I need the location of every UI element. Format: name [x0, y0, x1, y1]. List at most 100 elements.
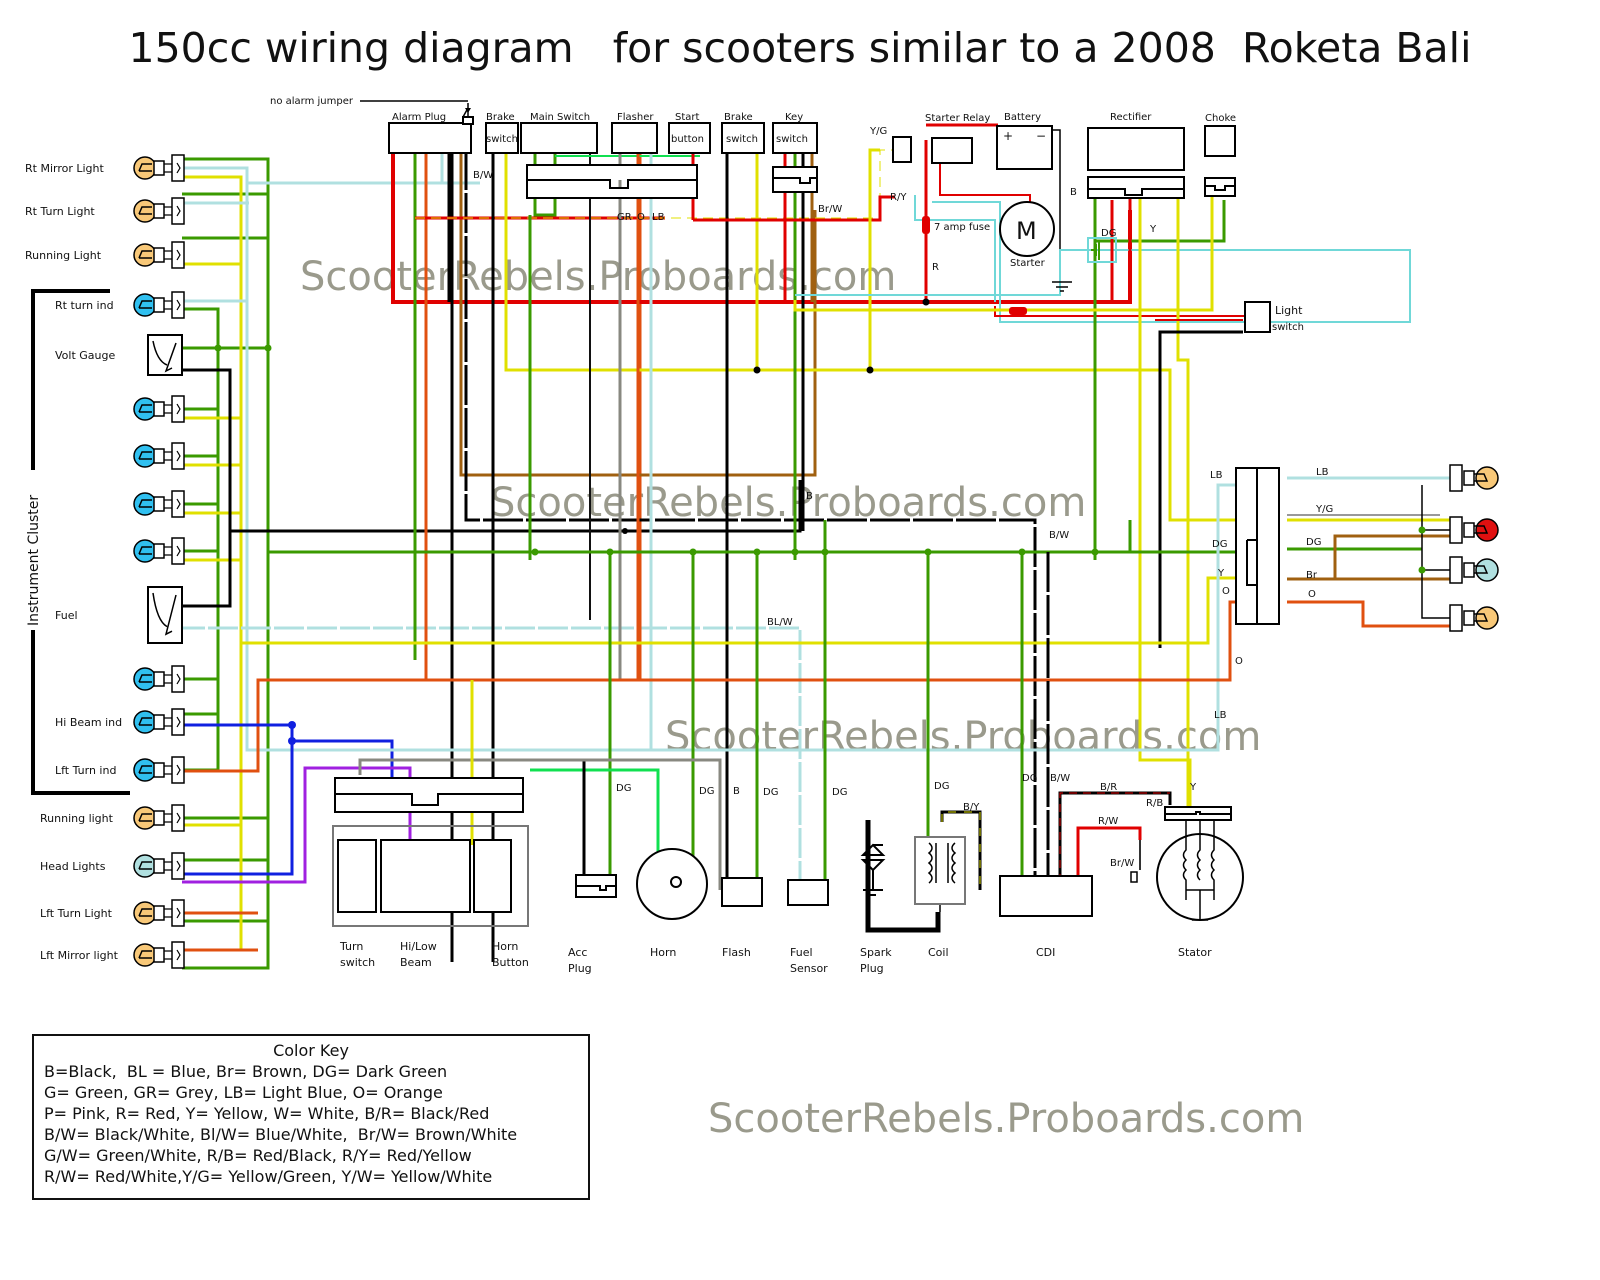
main-switch	[520, 122, 598, 154]
wire-label: B/W	[473, 170, 493, 181]
bottom-component-label: Acc	[568, 946, 587, 959]
wire-label: Y	[1189, 782, 1197, 793]
wire-label: B	[806, 491, 813, 502]
bottom-component-label: Spark	[860, 946, 892, 959]
color-key-line: R/W= Red/White,Y/G= Yellow/Green, Y/W= Y…	[44, 1167, 493, 1186]
battery-minus: −	[1036, 129, 1046, 143]
bulb-icon	[133, 806, 157, 830]
connector-icon	[171, 852, 185, 880]
color-key-line: B=Black, BL = Blue, Br= Brown, DG= Dark …	[44, 1062, 448, 1081]
connector-icon	[1449, 556, 1463, 584]
left-component-lft-turn-ind: Lft Turn ind	[55, 756, 185, 784]
key-switch-label: Key	[785, 112, 803, 123]
acc-plug	[575, 874, 617, 898]
wire-label: DG	[616, 783, 631, 794]
fuse-label: 7 amp fuse	[934, 222, 990, 233]
left-component-label: Head Lights	[40, 860, 106, 873]
left-component-indicator	[133, 537, 185, 565]
wire-label: LB	[652, 212, 665, 223]
bottom-component-label: Horn	[492, 940, 518, 953]
left-component-running-light: Running Light	[25, 241, 185, 269]
fuel-sensor	[787, 879, 829, 906]
bulb-icon	[133, 539, 157, 563]
bulb-icon	[133, 943, 157, 967]
wire-label: Y/G	[869, 126, 887, 137]
left-component-lft-mirror-light: Lft Mirror light	[40, 941, 185, 969]
wire-label: DG	[1306, 537, 1321, 548]
flash	[721, 877, 763, 907]
wire-label: DG	[1101, 228, 1116, 239]
stator-connector	[1164, 806, 1232, 821]
connector-icon	[171, 804, 185, 832]
bottom-component-label: Plug	[568, 962, 592, 975]
bottom-component-label: Plug	[860, 962, 884, 975]
wire-label: O	[637, 212, 645, 223]
wire-label: LB	[1316, 467, 1329, 478]
bottom-component-label: Fuel	[790, 946, 813, 959]
connector-icon	[171, 941, 185, 969]
left-component-label: Lft Turn ind	[55, 764, 116, 777]
wire-label: Br/W	[818, 204, 842, 215]
brake-switch-2-inner: switch	[726, 134, 758, 145]
wire-orange-bus	[258, 600, 1245, 682]
bulb-icon	[133, 901, 157, 925]
wire-label: B/Y	[963, 802, 980, 813]
wire-label: DG	[1212, 539, 1227, 550]
rectifier-connector	[1087, 176, 1185, 199]
watermark: ScooterRebels.Proboards.com	[300, 254, 896, 300]
rear-light-2	[1449, 556, 1499, 584]
bulb-icon	[1475, 518, 1499, 542]
wire-label: R	[932, 262, 939, 273]
wire-label: DG	[1022, 773, 1037, 784]
left-component-rt-turn-ind: Rt turn ind	[55, 291, 185, 319]
wire-label: O	[1235, 656, 1243, 667]
choke-label: Choke	[1205, 113, 1236, 124]
choke-connector	[1204, 177, 1236, 197]
bottom-component-label: Sensor	[790, 962, 828, 975]
bulb-icon	[133, 293, 157, 317]
battery-label: Battery	[1004, 112, 1041, 123]
wire-label: Br/W	[1110, 858, 1134, 869]
connector-icon	[171, 154, 185, 182]
left-component-rt-mirror-light: Rt Mirror Light	[25, 154, 185, 182]
wire-label: O	[1308, 589, 1316, 600]
wire-yellow-bus	[241, 576, 1245, 645]
handlebar-connector	[334, 777, 524, 813]
bottom-component-label: Beam	[400, 956, 432, 969]
brake-switch-1-inner: switch	[486, 134, 518, 145]
wire-green-trunk	[182, 157, 270, 970]
left-component-indicator	[133, 490, 185, 518]
bottom-component-label: Hi/Low	[400, 940, 437, 953]
wire-label: B/W	[1049, 530, 1069, 541]
horn-button	[473, 839, 512, 913]
brake-switch-2-label: Brake	[724, 112, 753, 123]
left-component-label: Running light	[40, 812, 114, 825]
bulb-icon	[133, 710, 157, 734]
left-component-label: Rt Turn Light	[25, 205, 95, 218]
wire-label: DG	[763, 787, 778, 798]
flasher	[611, 122, 658, 154]
motor-symbol: M	[1016, 217, 1037, 245]
connector-icon	[171, 899, 185, 927]
connector-icon	[171, 197, 185, 225]
left-component-label: Volt Gauge	[55, 349, 115, 362]
bottom-component-label: CDI	[1036, 946, 1055, 959]
brake-switch-1-label: Brake	[486, 112, 515, 123]
wire-label: LB	[1214, 710, 1227, 721]
color-key: Color Key B=Black, BL = Blue, Br= Brown,…	[32, 1034, 590, 1200]
light-switch	[1244, 301, 1271, 333]
bulb-icon	[133, 199, 157, 223]
fuse-icon	[922, 216, 930, 234]
left-component-label: Rt turn ind	[55, 299, 114, 312]
connector-icon	[171, 395, 185, 423]
rectifier-label: Rectifier	[1110, 112, 1152, 123]
left-component-head-lights: Head Lights	[40, 852, 185, 880]
rectifier	[1087, 127, 1185, 171]
watermark: ScooterRebels.Proboards.com	[665, 714, 1261, 760]
wire-label: B/W	[1050, 773, 1070, 784]
wire-label: B	[1070, 187, 1077, 198]
bulb-icon	[1475, 558, 1499, 582]
rear-light-3	[1449, 604, 1499, 632]
wire-label: DG	[934, 781, 949, 792]
connector-icon	[1449, 516, 1463, 544]
